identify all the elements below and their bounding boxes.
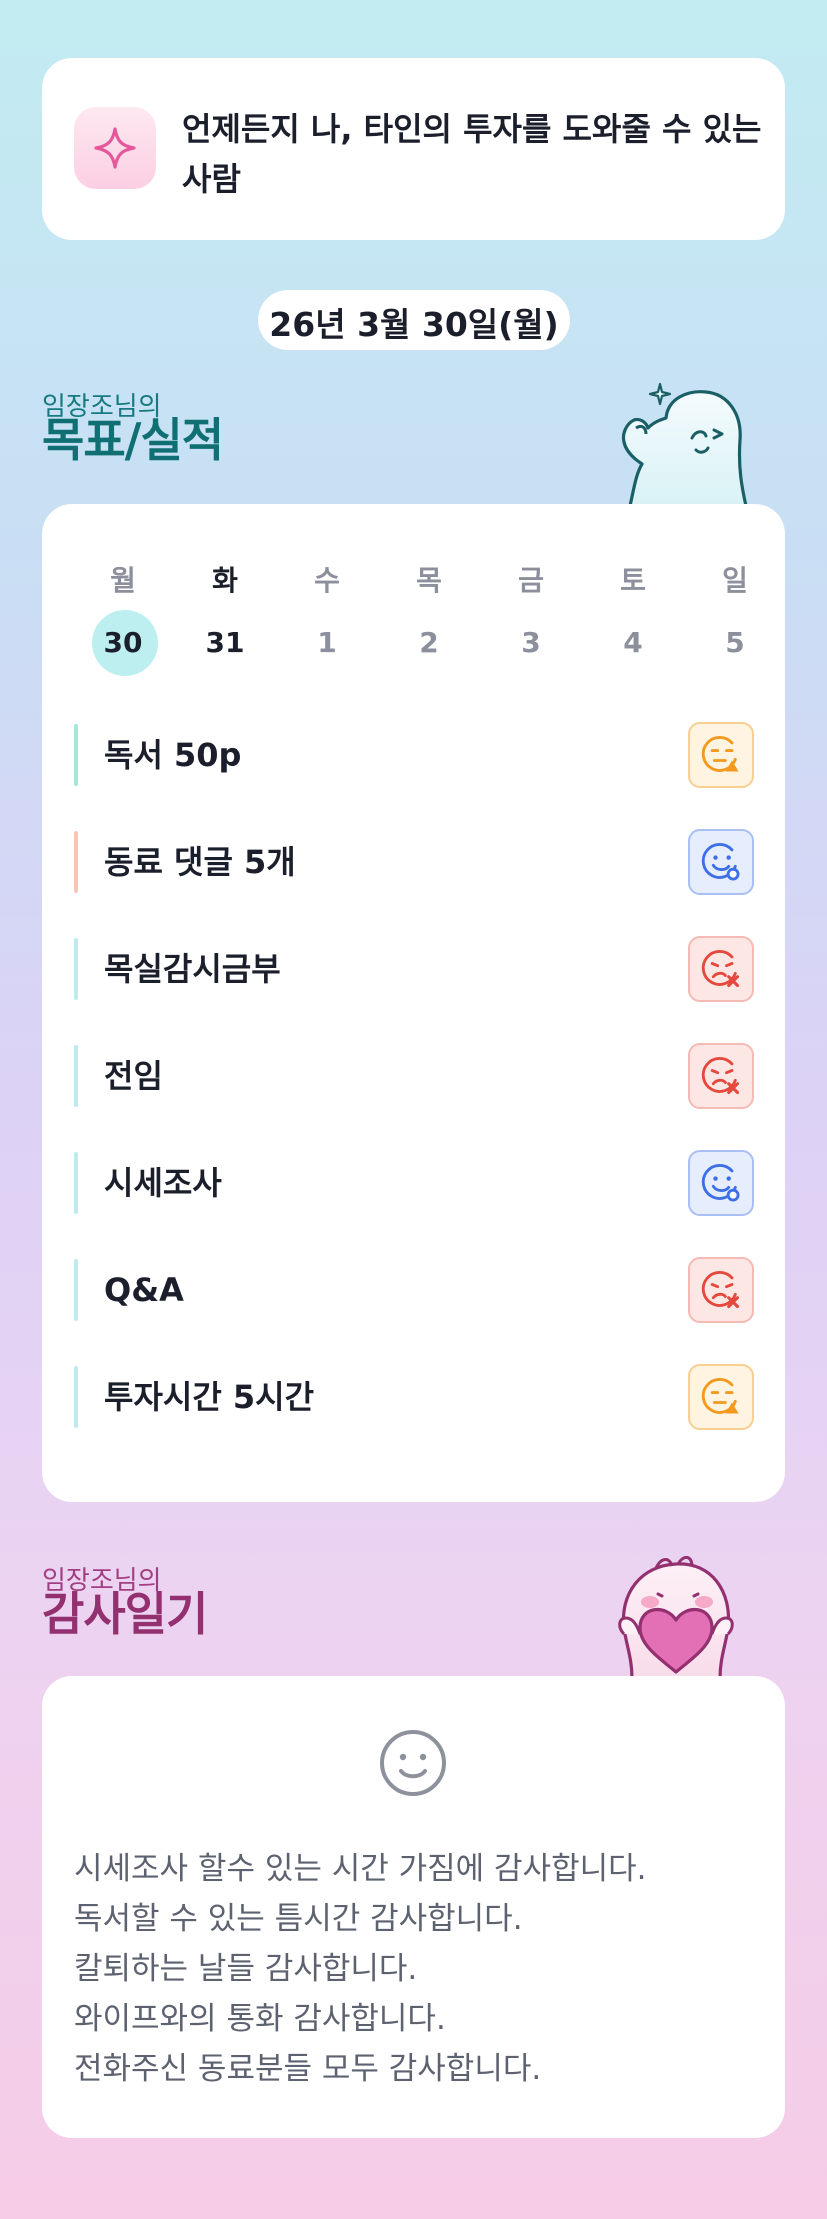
goal-status-circle-icon[interactable] [688, 829, 754, 895]
weekday-label: 목 [416, 564, 442, 597]
goal-status-x-icon[interactable] [688, 936, 754, 1002]
goal-label: 동료 댓글 5개 [104, 843, 296, 881]
goal-label: 독서 50p [104, 736, 242, 774]
date-number: 4 [623, 626, 643, 659]
smile-face-icon[interactable] [378, 1728, 448, 1798]
thanks-line: 독서할 수 있는 틈시간 감사합니다. [74, 1901, 523, 1937]
date-cell[interactable]: 31 [174, 610, 276, 676]
goal-accent-bar [74, 938, 78, 1000]
goal-label: 투자시간 5시간 [104, 1378, 315, 1416]
thanks-line: 와이프와의 통화 감사합니다. [74, 2001, 446, 2037]
date-cell[interactable]: 4 [582, 610, 684, 676]
goal-status-triangle-icon[interactable] [688, 1364, 754, 1430]
goal-label: 목실감시금부 [104, 950, 281, 988]
date-number: 1 [317, 626, 337, 659]
goal-item[interactable]: 시세조사 [74, 1150, 754, 1216]
date-number: 2 [419, 626, 439, 659]
thanks-line: 전화주신 동료분들 모두 감사합니다. [74, 2051, 542, 2087]
motto-text: 언제든지 나, 타인의 투자를 도와줄 수 있는 사람 [182, 110, 762, 198]
date-cell[interactable]: 3 [480, 610, 582, 676]
goal-accent-bar [74, 724, 78, 786]
date-number: 30 [103, 626, 143, 659]
goal-item[interactable]: 동료 댓글 5개 [74, 829, 754, 895]
goal-status-x-icon[interactable] [688, 1043, 754, 1109]
goal-label: 시세조사 [104, 1164, 222, 1202]
goal-label: 전임 [104, 1057, 163, 1095]
goal-status-circle-icon[interactable] [688, 1150, 754, 1216]
goal-accent-bar [74, 1366, 78, 1428]
date-label[interactable]: 26년 3월 30일(월) [258, 290, 570, 350]
goals-section-title: 목표/실적 [42, 413, 224, 467]
date-cell[interactable]: 1 [276, 610, 378, 676]
sparkle-icon [74, 107, 156, 189]
weekday-label: 금 [518, 564, 544, 597]
goal-accent-bar [74, 831, 78, 893]
thanks-line: 칼퇴하는 날들 감사합니다. [74, 1951, 418, 1987]
weekday-label: 토 [620, 564, 646, 597]
mascot-heart-illustration [618, 1556, 734, 1678]
date-number: 3 [521, 626, 541, 659]
date-cell[interactable]: 5 [684, 610, 786, 676]
date-number: 31 [205, 626, 245, 659]
goals-card: 월 화 수 목 금 토 일 30 31 1 2 3 4 5 독서 50p 동료 … [42, 504, 785, 1502]
thanks-text: 시세조사 할수 있는 시간 가짐에 감사합니다. 독서할 수 있는 틈시간 감사… [74, 1844, 764, 2094]
goal-label: Q&A [104, 1271, 184, 1309]
goal-item[interactable]: 전임 [74, 1043, 754, 1109]
goal-item[interactable]: Q&A [74, 1257, 754, 1323]
goal-accent-bar [74, 1152, 78, 1214]
goal-accent-bar [74, 1045, 78, 1107]
date-number: 5 [725, 626, 745, 659]
thanks-line: 시세조사 할수 있는 시간 가짐에 감사합니다. [74, 1851, 647, 1887]
weekday-label: 수 [314, 564, 340, 597]
week-dates-row: 30 31 1 2 3 4 5 [72, 610, 785, 676]
goal-status-triangle-icon[interactable] [688, 722, 754, 788]
week-days-row: 월 화 수 목 금 토 일 [72, 556, 785, 606]
weekday-label: 일 [722, 564, 748, 597]
weekday-label: 월 [110, 564, 136, 597]
date-cell[interactable]: 2 [378, 610, 480, 676]
date-cell-selected[interactable]: 30 [72, 610, 174, 676]
motto-card: 언제든지 나, 타인의 투자를 도와줄 수 있는 사람 [42, 58, 785, 240]
goal-accent-bar [74, 1259, 78, 1321]
goal-item[interactable]: 독서 50p [74, 722, 754, 788]
goal-item[interactable]: 목실감시금부 [74, 936, 754, 1002]
mascot-ghost-illustration [621, 382, 748, 506]
thanks-card: 시세조사 할수 있는 시간 가짐에 감사합니다. 독서할 수 있는 틈시간 감사… [42, 1676, 785, 2138]
thanks-section-title: 감사일기 [42, 1587, 208, 1641]
goal-status-x-icon[interactable] [688, 1257, 754, 1323]
goal-item[interactable]: 투자시간 5시간 [74, 1364, 754, 1430]
weekday-label: 화 [212, 564, 238, 597]
